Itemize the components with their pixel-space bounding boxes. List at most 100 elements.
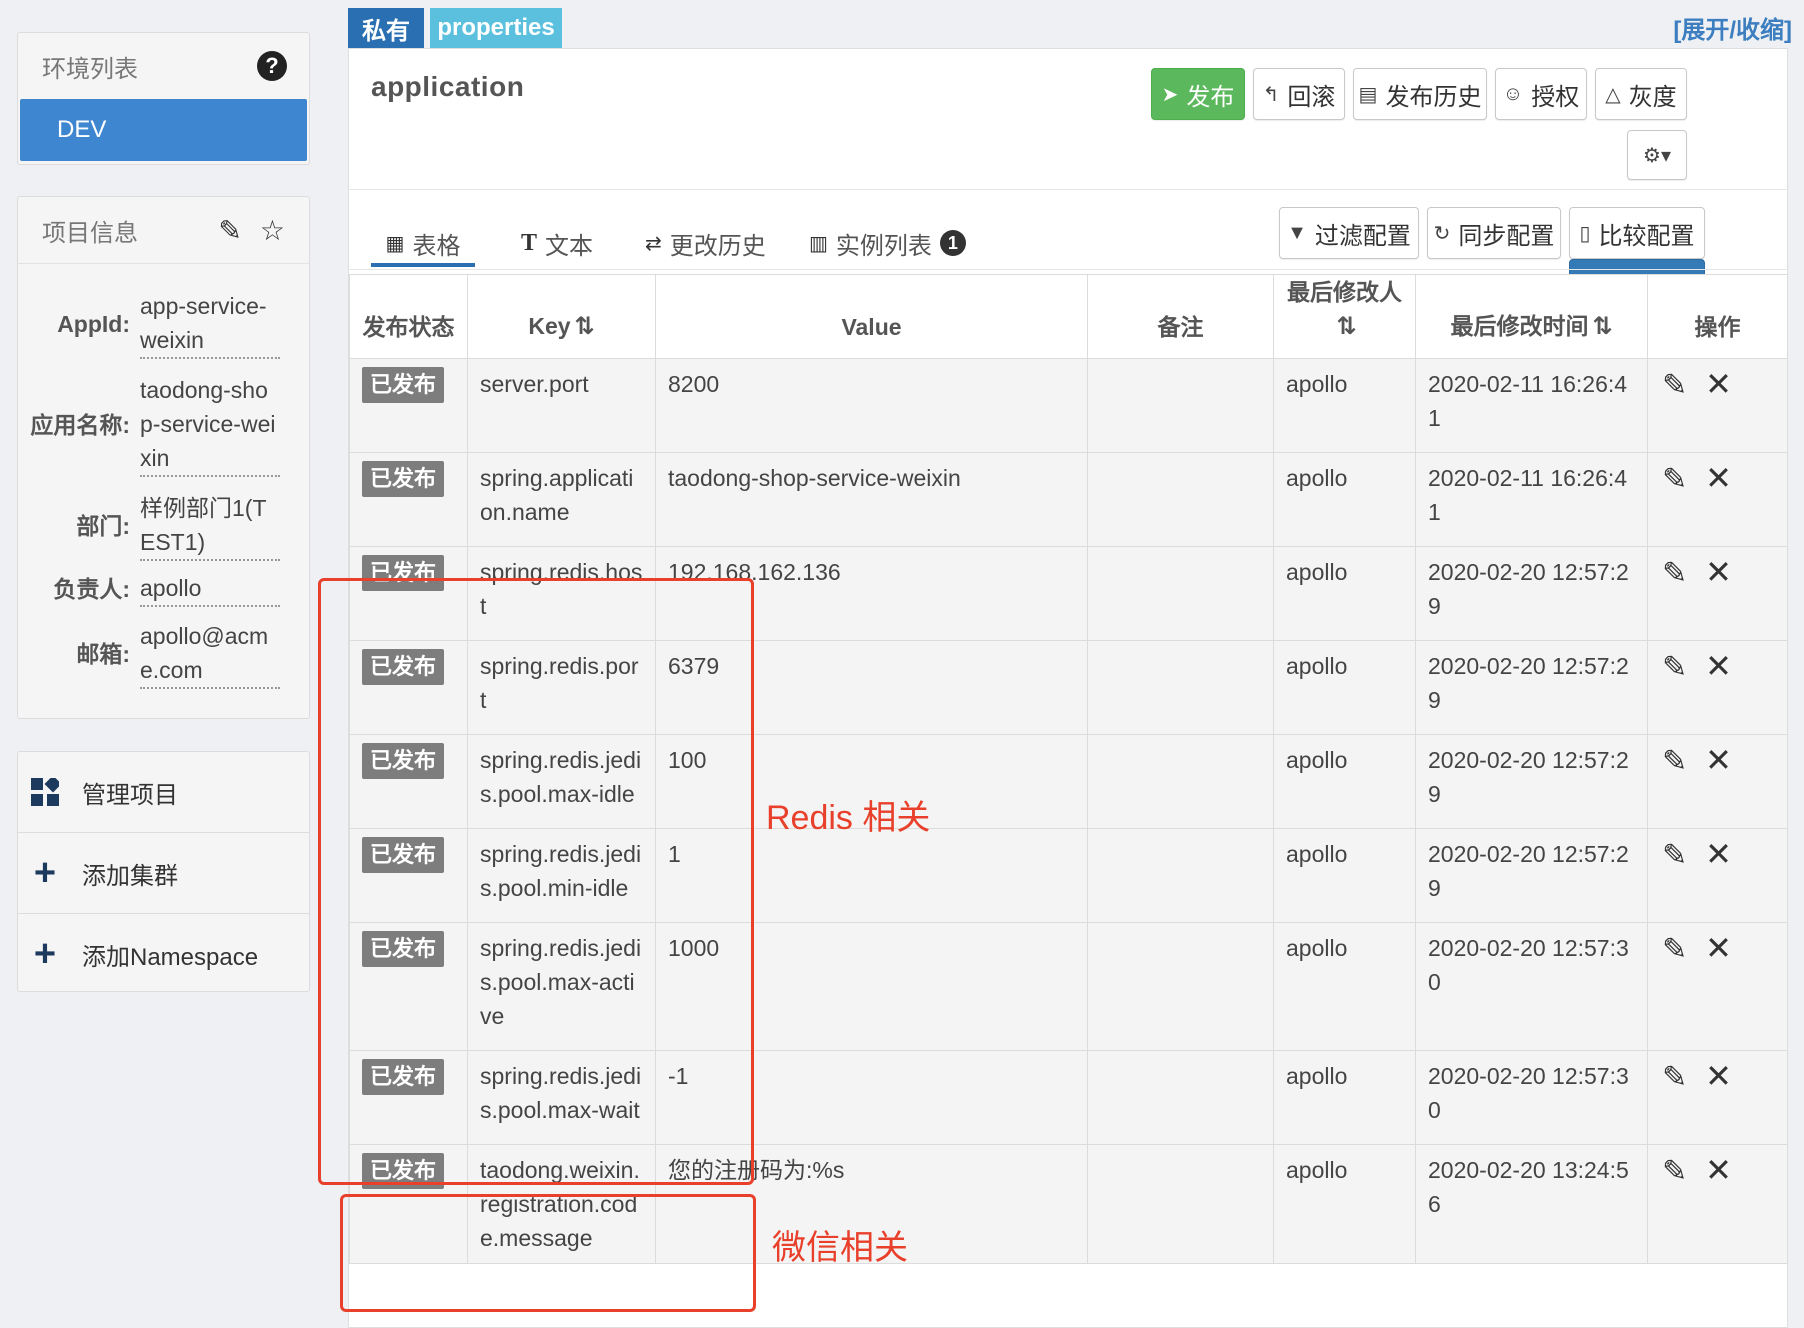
nav-manage-project[interactable]: 管理项目 — [18, 752, 309, 833]
comment-cell — [1087, 546, 1274, 641]
env-item-dev[interactable]: DEV — [20, 99, 307, 161]
auth-label: 授权 — [1531, 83, 1580, 111]
edit-icon[interactable]: ✎ — [1662, 839, 1687, 872]
edit-icon[interactable]: ✎ — [1662, 651, 1687, 684]
edit-icon[interactable]: ✎ — [1662, 933, 1687, 966]
edit-icon[interactable]: ✎ — [1662, 463, 1687, 496]
table-row: 已发布 spring.application.name taodong-shop-s… — [349, 452, 1788, 547]
rollback-label: 回滚 — [1287, 83, 1336, 111]
delete-icon[interactable]: ✕ — [1705, 648, 1732, 684]
edit-icon[interactable]: ✎ — [1662, 369, 1687, 402]
rollback-button[interactable]: ↰ 回滚 — [1253, 68, 1345, 120]
delete-icon[interactable]: ✕ — [1705, 460, 1732, 496]
delete-icon[interactable]: ✕ — [1705, 554, 1732, 590]
comment-cell — [1087, 452, 1274, 547]
tab-text[interactable]: T 文本 — [521, 223, 593, 263]
publish-label: 发布 — [1186, 83, 1235, 111]
header-status: 发布状态 — [349, 274, 468, 359]
namespace-title: application — [371, 71, 525, 102]
time-cell: 2020-02-20 12:57:29 — [1415, 640, 1648, 735]
ops-cell: ✎ ✕ — [1647, 734, 1788, 829]
time-cell: 2020-02-20 12:57:29 — [1415, 828, 1648, 923]
tab-change-history[interactable]: ⇄ 更改历史 — [645, 223, 766, 263]
table-icon: ▦ — [385, 232, 405, 255]
edit-icon[interactable]: ✎ — [1662, 557, 1687, 590]
nav-panel: 管理项目 + 添加集群 + 添加Namespace — [17, 751, 310, 992]
nav-add-namespace[interactable]: + 添加Namespace — [18, 914, 309, 994]
header-modifier[interactable]: 最后修改人 ⇅ — [1273, 274, 1416, 359]
authorize-button[interactable]: ☺ 授权 — [1495, 68, 1587, 120]
redis-annotation-box — [318, 578, 754, 1185]
sync-config-button[interactable]: ↻ 同步配置 — [1427, 207, 1561, 259]
file-icon: ▯ — [1579, 222, 1591, 245]
key-cell: server.port — [467, 358, 656, 453]
delete-icon[interactable]: ✕ — [1705, 366, 1732, 402]
time-cell: 2020-02-11 16:26:41 — [1415, 358, 1648, 453]
ops-cell: ✎ ✕ — [1647, 828, 1788, 923]
plus-icon: + — [33, 932, 57, 975]
tab-label: 文本 — [545, 232, 594, 260]
info-value: app-service-weixin — [140, 289, 280, 359]
nav-label: 管理项目 — [82, 781, 178, 809]
help-icon[interactable]: ? — [257, 51, 287, 81]
tab-label: 表格 — [412, 232, 461, 260]
edit-icon[interactable]: ✎ — [1662, 1061, 1687, 1094]
format-tag: properties — [430, 8, 562, 48]
comment-cell — [1087, 1050, 1274, 1145]
instance-count-badge: 1 — [939, 230, 966, 256]
release-history-button[interactable]: ▤ 发布历史 — [1353, 68, 1487, 120]
info-label: 应用名称: — [30, 412, 130, 438]
tab-divider — [349, 269, 1787, 270]
nav-add-cluster[interactable]: + 添加集群 — [18, 833, 309, 914]
user-icon: ☺ — [1502, 82, 1524, 105]
delete-icon[interactable]: ✕ — [1705, 836, 1732, 872]
edit-icon[interactable]: ✎ — [1662, 1155, 1687, 1188]
info-row-appname: 应用名称: taodong-shop-service-weixin — [18, 373, 311, 477]
status-badge: 已发布 — [362, 461, 445, 497]
compare-config-button[interactable]: ▯ 比较配置 — [1569, 207, 1705, 259]
sort-icon[interactable]: ⇅ — [575, 313, 595, 340]
delete-icon[interactable]: ✕ — [1705, 1058, 1732, 1094]
header-time[interactable]: 最后修改时间 ⇅ — [1415, 274, 1648, 359]
modifier-cell: apollo — [1273, 452, 1416, 547]
comment-cell — [1087, 828, 1274, 923]
sort-icon[interactable]: ⇅ — [1336, 313, 1356, 340]
filter-config-button[interactable]: ▼ 过滤配置 — [1279, 207, 1419, 259]
gear-icon: ⚙▾ — [1643, 144, 1671, 167]
gray-label: 灰度 — [1628, 83, 1677, 111]
modifier-cell: apollo — [1273, 1050, 1416, 1145]
header-value: Value — [655, 274, 1088, 359]
tab-instances[interactable]: ▥ 实例列表 1 — [809, 223, 966, 263]
header-divider — [349, 189, 1787, 190]
comment-cell — [1087, 922, 1274, 1051]
tab-table[interactable]: ▦ 表格 — [371, 223, 475, 267]
comment-cell — [1087, 734, 1274, 829]
modifier-cell: apollo — [1273, 734, 1416, 829]
delete-icon[interactable]: ✕ — [1705, 742, 1732, 778]
edit-icon[interactable]: ✎ — [218, 214, 241, 247]
send-icon: ➤ — [1161, 83, 1179, 106]
publish-button[interactable]: ➤ 发布 — [1151, 68, 1245, 120]
star-icon[interactable]: ☆ — [260, 214, 285, 247]
settings-dropdown-button[interactable]: ⚙▾ — [1627, 130, 1687, 180]
exchange-icon: ⇄ — [645, 232, 662, 255]
time-cell: 2020-02-20 13:24:56 — [1415, 1144, 1648, 1264]
flask-icon: △ — [1605, 83, 1621, 106]
project-info-header: 项目信息 ✎ ☆ — [18, 197, 309, 264]
project-info-panel: 项目信息 ✎ ☆ AppId: app-service-weixin 应用名称:… — [17, 196, 310, 719]
redis-annotation-label: Redis 相关 — [766, 799, 931, 837]
info-value: apollo@acme.com — [140, 619, 280, 689]
header-key[interactable]: Key ⇅ — [467, 274, 656, 359]
delete-icon[interactable]: ✕ — [1705, 1152, 1732, 1188]
info-row-dept: 部门: 样例部门1(TEST1) — [18, 491, 311, 561]
ops-cell: ✎ ✕ — [1647, 546, 1788, 641]
expand-collapse-link[interactable]: [展开/收缩] — [1673, 10, 1792, 45]
time-cell: 2020-02-20 12:57:30 — [1415, 1050, 1648, 1145]
sort-icon[interactable]: ⇅ — [1592, 313, 1612, 340]
filter-label: 过滤配置 — [1314, 222, 1411, 250]
info-row-appid: AppId: app-service-weixin — [18, 289, 311, 359]
delete-icon[interactable]: ✕ — [1705, 930, 1732, 966]
nav-label: 添加集群 — [82, 862, 178, 890]
gray-release-button[interactable]: △ 灰度 — [1595, 68, 1687, 120]
edit-icon[interactable]: ✎ — [1662, 745, 1687, 778]
